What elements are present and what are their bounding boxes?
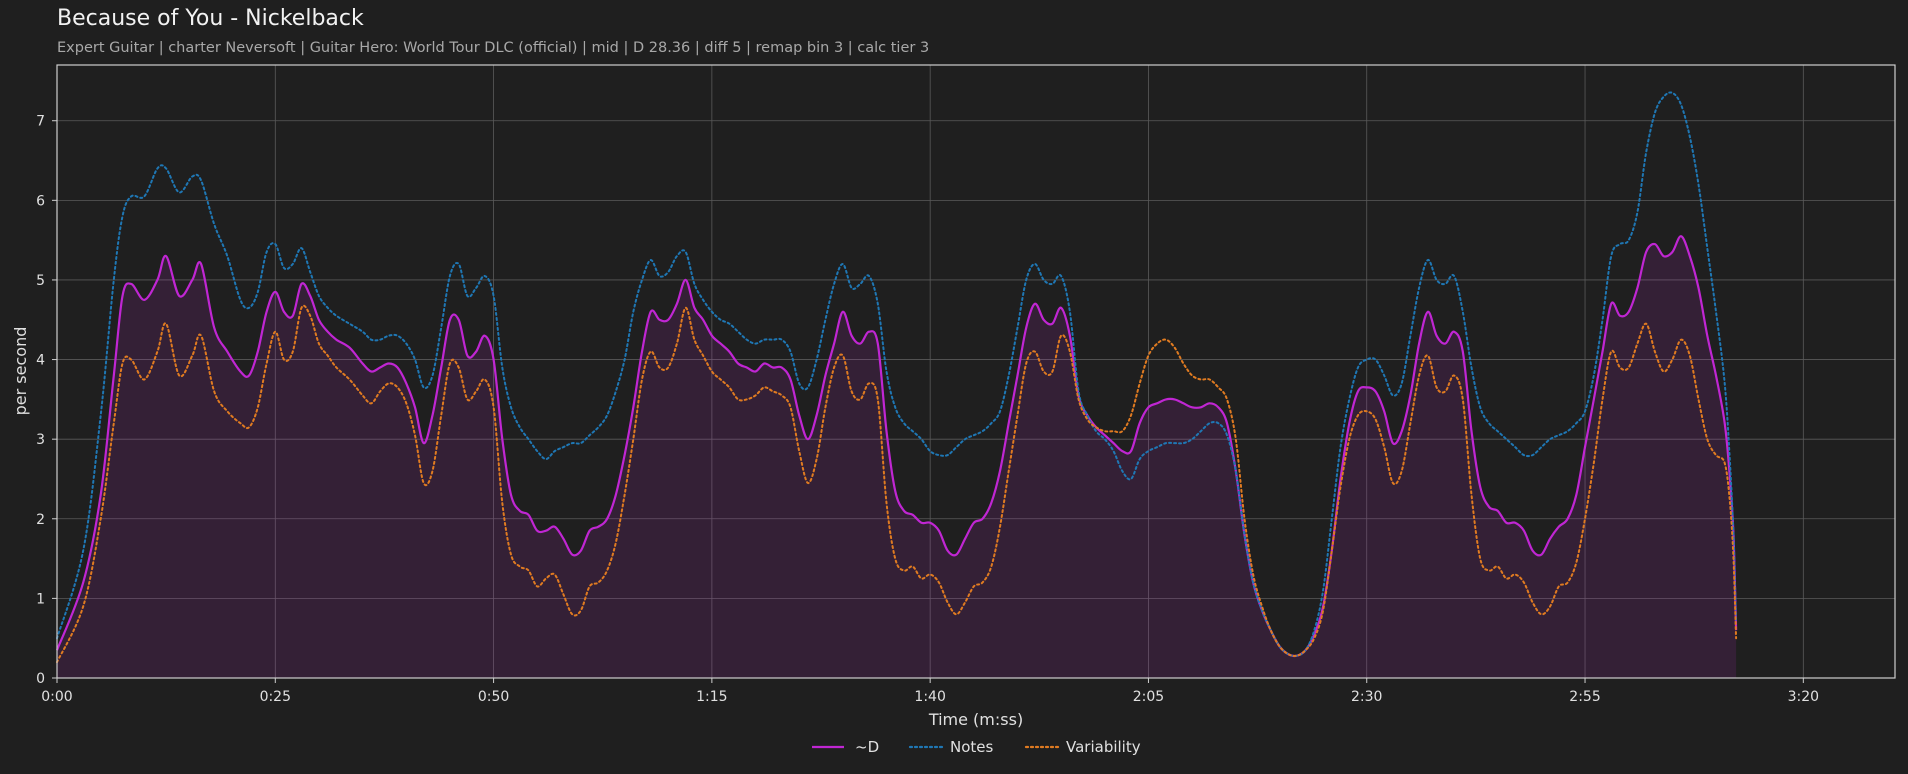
y-tick-label: 1 — [36, 591, 45, 607]
y-tick-label: 5 — [36, 273, 45, 289]
x-tick-label: 1:15 — [696, 689, 727, 705]
y-tick-label: 0 — [36, 671, 45, 687]
x-tick-label: 2:05 — [1133, 689, 1164, 705]
x-axis-label: Time (m:ss) — [928, 710, 1023, 729]
legend-label: Variability — [1066, 738, 1141, 756]
series-layer — [55, 91, 1738, 679]
y-axis-label: per second — [11, 327, 30, 416]
x-tick-label: 3:20 — [1788, 689, 1819, 705]
y-tick-label: 3 — [36, 432, 45, 448]
x-tick-label: 2:30 — [1351, 689, 1382, 705]
x-tick-label: 0:00 — [41, 689, 72, 705]
x-tick-label: 2:55 — [1569, 689, 1600, 705]
x-tick-label: 0:25 — [260, 689, 291, 705]
y-tick-label: 2 — [36, 512, 45, 528]
x-tick-label: 0:50 — [478, 689, 509, 705]
x-tick-label: 1:40 — [914, 689, 945, 705]
legend: ~D Notes Variability — [812, 738, 1141, 756]
line-chart: 0:00 0:25 0:50 1:15 1:40 2:05 2:30 2:55 3:20 0 1 2 3… — [11, 64, 1896, 756]
series-d-area — [57, 236, 1737, 679]
legend-label: ~D — [855, 738, 879, 756]
y-tick-label: 4 — [36, 353, 45, 369]
y-tick-label: 6 — [36, 193, 45, 209]
legend-label: Notes — [950, 738, 994, 756]
y-tick-label: 7 — [36, 114, 45, 130]
